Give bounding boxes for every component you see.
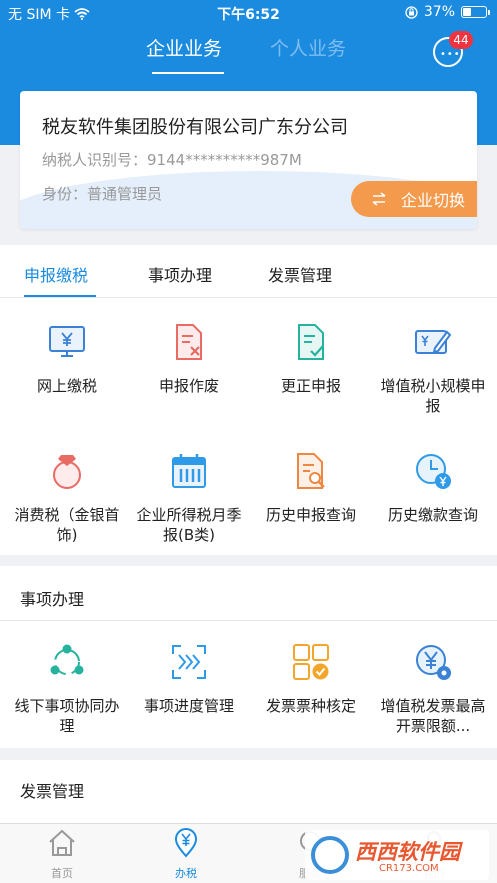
grid-item-label: 事项进度管理 <box>143 697 234 715</box>
grid-item-label: 申报作废 <box>158 377 219 395</box>
grid-check-icon <box>293 644 329 680</box>
tab-enterprise-business[interactable]: 企业业务 <box>146 34 222 61</box>
grid-item-label: 消费税（金银首饰) <box>14 506 120 544</box>
active-tab-indicator <box>152 72 224 74</box>
tax-item-online-pay[interactable]: 网上缴税 <box>5 322 129 396</box>
sub-tabs: 申报缴税 事项办理 发票管理 <box>0 245 497 298</box>
grid-item-label: 线下事项协同办理 <box>14 697 120 735</box>
tax-item-vat-small-scale[interactable]: 增值税小规模申报 <box>371 322 495 416</box>
tab-affairs[interactable]: 事项办理 <box>148 262 212 286</box>
watermark-logo: 西西软件园 CR173.COM <box>305 830 489 880</box>
tax-item-void-declaration[interactable]: 申报作废 <box>127 322 251 396</box>
watermark-circle <box>311 836 349 874</box>
document-x-icon <box>176 324 202 360</box>
grid-item-label: 增值税发票最高开票限额... <box>380 697 486 735</box>
tab-invoice[interactable]: 发票管理 <box>268 262 332 286</box>
taxpayer-id: 纳税人识别号：9144**********987M <box>42 149 302 170</box>
tab-declare-pay[interactable]: 申报缴税 <box>24 262 88 286</box>
document-search-icon <box>297 453 325 489</box>
battery-icon <box>461 6 490 18</box>
nav-home-label: 首页 <box>51 867 73 880</box>
collaboration-icon <box>50 644 84 675</box>
company-card: 税友软件集团股份有限公司广东分公司 纳税人识别号：9144**********9… <box>20 91 477 229</box>
tax-item-history-declaration[interactable]: 历史申报查询 <box>249 451 373 525</box>
role-value: 普通管理员 <box>87 185 163 203</box>
affair-item-offline-collab[interactable]: 线下事项协同办理 <box>5 642 129 736</box>
tax-item-consumption-tax[interactable]: 消费税（金银首饰) <box>5 451 129 545</box>
grid-item-label: 历史缴款查询 <box>387 506 478 524</box>
sub-tab-indicator <box>24 295 96 297</box>
nav-tax-label: 办税 <box>175 867 197 880</box>
company-name: 税友软件集团股份有限公司广东分公司 <box>42 117 348 138</box>
swap-arrows-icon <box>372 192 386 206</box>
grid-item-label: 历史申报查询 <box>265 506 356 524</box>
identity-role: 身份：普通管理员 <box>42 183 162 204</box>
ring-icon <box>53 455 81 489</box>
taxpayer-id-value: 9144**********987M <box>147 151 302 169</box>
tab-personal-business[interactable]: 个人业务 <box>270 34 346 61</box>
grid-item-label: 发票票种核定 <box>265 697 356 715</box>
watermark-sub: CR173.COM <box>379 863 439 874</box>
grid-item-label: 更正申报 <box>280 377 341 395</box>
affair-item-invoice-type[interactable]: 发票票种核定 <box>249 642 373 716</box>
nav-home[interactable]: 首页 <box>0 828 124 881</box>
tax-item-corporate-income-tax[interactable]: 企业所得税月季报(B类) <box>127 451 251 545</box>
invoice-panel: 发票管理 <box>0 760 497 830</box>
section-title-affairs: 事项办理 <box>20 590 85 609</box>
top-tabs: 企业业务 个人业务 <box>0 34 497 76</box>
affair-item-progress[interactable]: 事项进度管理 <box>127 642 251 716</box>
document-check-icon <box>298 324 324 360</box>
tax-item-history-payment[interactable]: 历史缴款查询 <box>371 451 495 525</box>
clock-yen-icon <box>416 454 451 489</box>
switch-enterprise-label: 企业切换 <box>401 191 466 210</box>
nav-tax[interactable]: 办税 <box>124 828 248 881</box>
status-bar: 无 SIM 卡 下午6:52 37% <box>0 0 497 26</box>
tax-services-panel: 申报缴税 事项办理 发票管理 网上缴税 申报作废 更正申报 增值税小规模申报 消… <box>0 245 497 555</box>
calendar-icon <box>172 454 206 488</box>
affairs-panel: 事项办理 线下事项协同办理 事项进度管理 发票票种核定 增值税发票最高开票限额.… <box>0 566 497 748</box>
monitor-yen-icon <box>49 326 85 357</box>
home-icon <box>49 829 75 856</box>
grid-item-label: 增值税小规模申报 <box>380 377 486 415</box>
role-label: 身份： <box>42 185 88 203</box>
grid-item-label: 网上缴税 <box>36 377 97 395</box>
card-pen-icon <box>415 330 452 354</box>
tax-item-correct-declaration[interactable]: 更正申报 <box>249 322 373 396</box>
affair-item-vat-limit[interactable]: 增值税发票最高开票限额... <box>371 642 495 736</box>
battery-percent: 37% <box>423 4 455 20</box>
taxpayer-id-label: 纳税人识别号： <box>42 151 148 169</box>
section-title-invoice: 发票管理 <box>20 782 85 801</box>
switch-enterprise-button[interactable]: 企业切换 <box>351 181 477 217</box>
scan-progress-icon <box>172 645 206 679</box>
rotation-lock-icon <box>405 5 418 19</box>
grid-item-label: 企业所得税月季报(B类) <box>136 506 242 544</box>
message-badge: 44 <box>449 31 473 49</box>
watermark-text: 西西软件园 <box>355 840 460 864</box>
location-yen-icon <box>174 828 198 858</box>
yen-gear-icon <box>416 645 451 680</box>
